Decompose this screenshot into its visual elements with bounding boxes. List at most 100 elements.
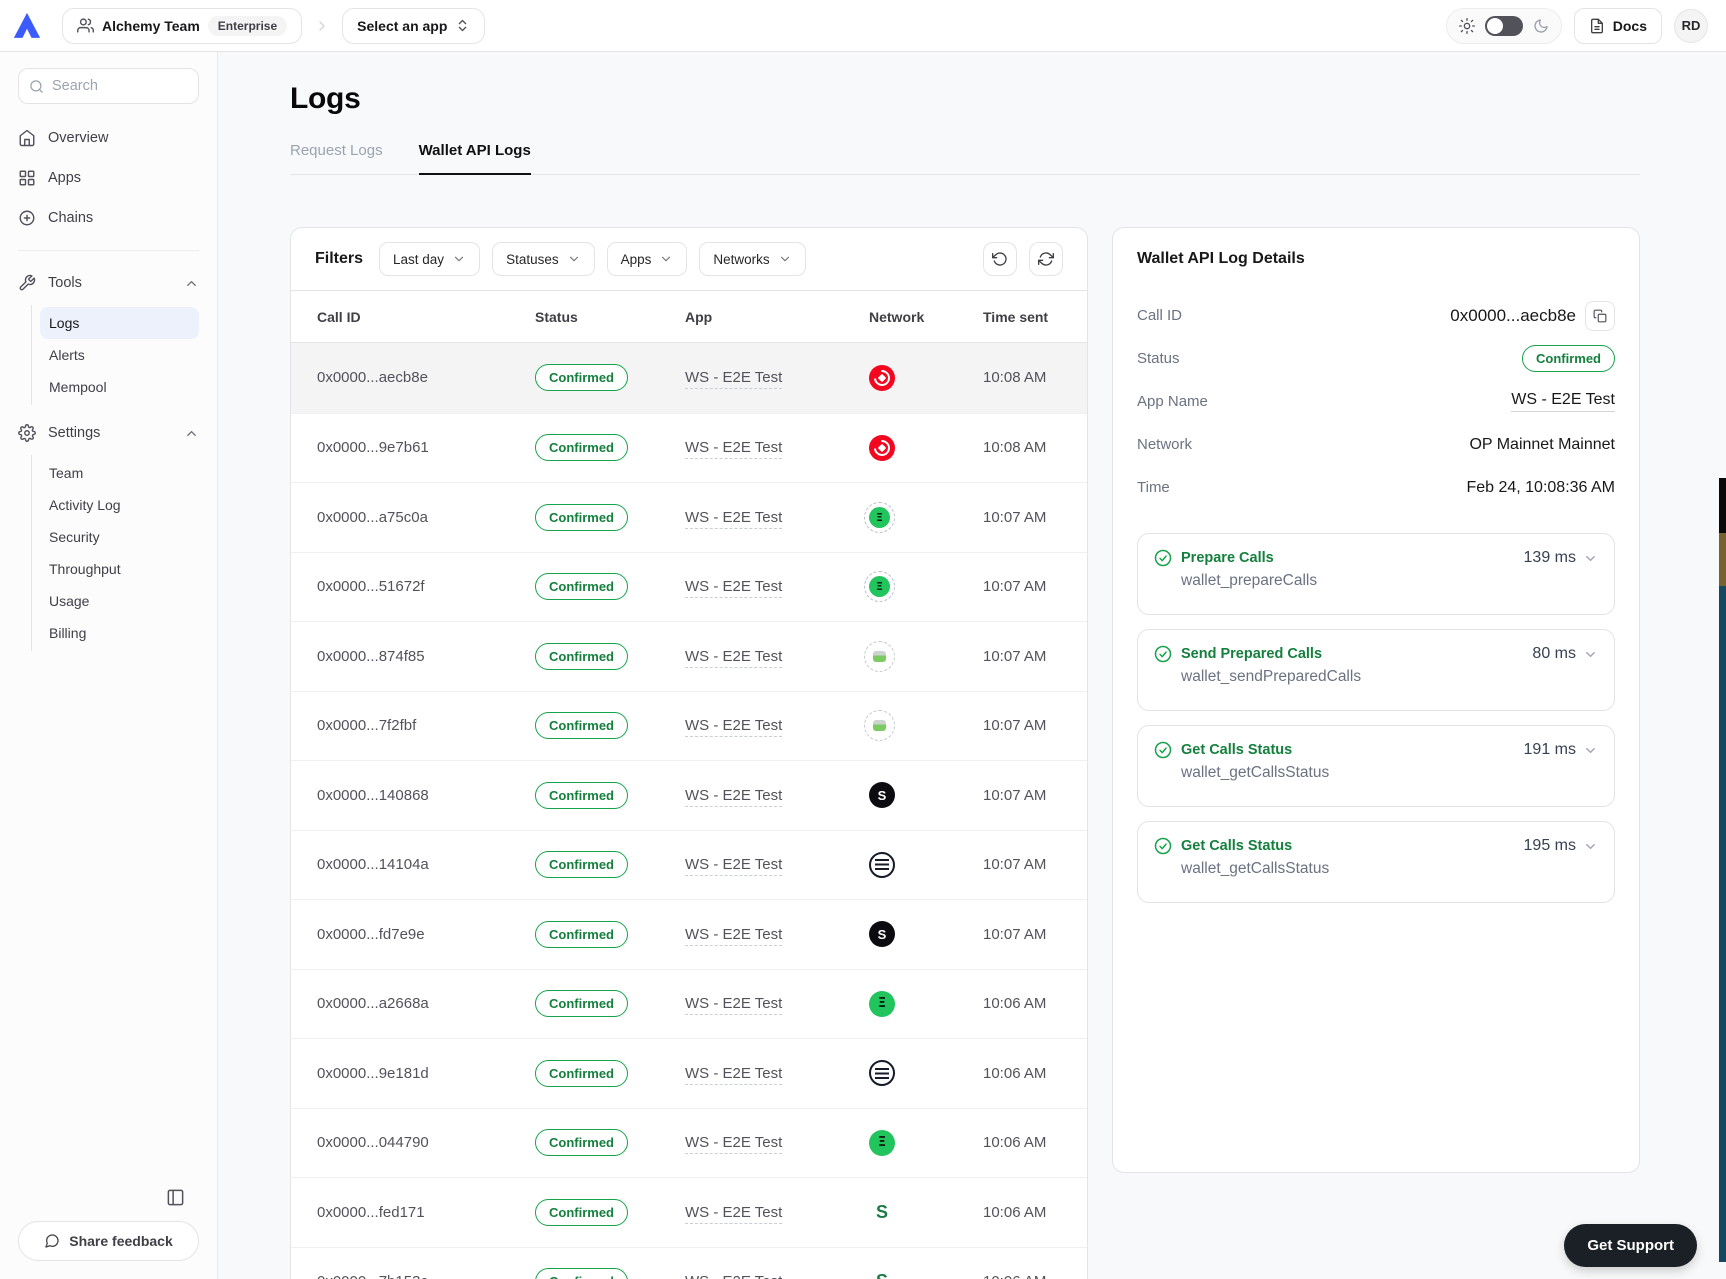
app-link[interactable]: WS - E2E Test [685,1203,783,1224]
table-row[interactable]: 0x0000...044790 Confirmed WS - E2E Test … [291,1107,1087,1178]
step-method: wallet_sendPreparedCalls [1181,668,1362,685]
share-feedback-button[interactable]: Share feedback [18,1221,199,1261]
table-row[interactable]: 0x0000...7b153c Confirmed WS - E2E Test … [291,1246,1087,1279]
filter-dropdown-apps[interactable]: Apps [606,242,688,276]
chevron-down-icon [662,256,671,262]
sidebar-item-usage[interactable]: Usage [40,585,199,617]
network-icon-ethgreen-test [864,501,895,533]
refresh-button[interactable] [1029,242,1063,276]
app-link[interactable]: WS - E2E Test [685,369,783,390]
col-call-id: Call ID [317,308,361,325]
status-badge: Confirmed [535,920,628,948]
sidebar-section-tools[interactable]: Tools [0,263,217,303]
app-link[interactable]: WS - E2E Test [685,1134,783,1155]
table-row[interactable]: 0x0000...9e7b61 Confirmed WS - E2E Test … [291,412,1087,483]
chevron-down-icon[interactable] [1583,551,1598,566]
sidebar-item-mempool[interactable]: Mempool [40,371,199,403]
call-step-card: Send Prepared Calls 80 ms wallet_sendPre… [1137,629,1615,711]
filter-dropdown-last-day[interactable]: Last day [379,242,481,276]
sidebar-item-security[interactable]: Security [40,521,199,553]
app-link[interactable]: WS - E2E Test [685,925,783,946]
table-row[interactable]: 0x0000...aecb8e Confirmed WS - E2E Test … [291,343,1087,413]
time-cell: 10:07 AM [983,647,1047,665]
table-row[interactable]: 0x0000...fed171 Confirmed WS - E2E Test … [291,1177,1087,1247]
call-id-cell: 0x0000...fed171 [317,1203,425,1221]
app-link[interactable]: WS - E2E Test [685,508,783,529]
chevron-down-icon[interactable] [1583,647,1598,662]
app-link[interactable]: WS - E2E Test [685,856,783,877]
chat-bubble-icon [45,1234,59,1248]
get-support-button[interactable]: Get Support [1564,1224,1697,1267]
sidebar-item-activity-log[interactable]: Activity Log [40,489,199,521]
network-icon-ethgreen [869,990,895,1017]
status-badge: Confirmed [535,434,628,462]
sidebar-item-alerts[interactable]: Alerts [40,339,199,371]
check-circle-icon [1154,549,1172,567]
tab-request-logs[interactable]: Request Logs [290,142,383,175]
call-id-cell: 0x0000...a2668a [317,995,429,1013]
sidebar-item-chains[interactable]: Chains [18,198,199,238]
table-row[interactable]: 0x0000...7f2fbf Confirmed WS - E2E Test … [291,690,1087,761]
settings-label: Settings [48,425,101,441]
time-cell: 10:07 AM [983,925,1047,943]
status-badge: Confirmed [535,1059,628,1087]
app-selector[interactable]: Select an app [342,7,486,44]
app-link[interactable]: WS - E2E Test [685,578,783,599]
collapse-sidebar-icon[interactable] [166,1188,185,1207]
search-box[interactable] [18,68,199,104]
sidebar-item-apps[interactable]: Apps [18,158,199,198]
theme-toggle-group [1445,7,1562,44]
table-row[interactable]: 0x0000...fd7e9e Confirmed WS - E2E Test … [291,899,1087,969]
tab-wallet-api-logs[interactable]: Wallet API Logs [418,142,531,175]
moon-icon[interactable] [1533,18,1549,34]
copy-call-id-button[interactable] [1585,300,1615,331]
filter-dropdown-networks[interactable]: Networks [699,242,806,276]
sidebar-item-throughput[interactable]: Throughput [40,553,199,585]
call-id-cell: 0x0000...044790 [317,1134,429,1152]
theme-switch[interactable] [1484,15,1523,36]
table-row[interactable]: 0x0000...51672f Confirmed WS - E2E Test … [291,551,1087,622]
sidebar-item-logs[interactable]: Logs [40,307,199,339]
sidebar-item-team[interactable]: Team [40,457,199,489]
step-name: Get Calls Status [1181,742,1293,758]
chevron-down-icon[interactable] [1583,839,1598,854]
sidebar-divider [18,250,199,251]
team-selector[interactable]: Alchemy Team Enterprise [62,7,303,44]
app-link[interactable]: WS - E2E Test [685,439,783,460]
avatar[interactable]: RD [1674,8,1708,43]
status-badge: Confirmed [535,1198,628,1226]
table-row[interactable]: 0x0000...a2668a Confirmed WS - E2E Test … [291,968,1087,1039]
col-time-sent: Time sent [983,308,1049,325]
sidebar-section-settings[interactable]: Settings [0,413,217,453]
call-id-cell: 0x0000...a75c0a [317,508,428,526]
sidebar-nav: Overview Apps Chains [0,118,217,238]
table-row[interactable]: 0x0000...140868 Confirmed WS - E2E Test … [291,760,1087,830]
sun-icon[interactable] [1458,17,1475,34]
app-name-link[interactable]: WS - E2E Test [1511,391,1615,412]
call-id-cell: 0x0000...7b153c [317,1273,535,1279]
sidebar-item-label: Apps [48,170,82,186]
table-row[interactable]: 0x0000...874f85 Confirmed WS - E2E Test … [291,621,1087,691]
app-link[interactable]: WS - E2E Test [685,786,783,807]
detail-row-network: Network OP Mainnet Mainnet [1137,423,1615,466]
search-input[interactable] [52,78,172,94]
app-link[interactable]: WS - E2E Test [685,995,783,1016]
alchemy-logo[interactable] [12,11,42,41]
sidebar-item-billing[interactable]: Billing [40,617,199,649]
app-link[interactable]: WS - E2E Test [685,1064,783,1085]
docs-button[interactable]: Docs [1573,7,1662,44]
docs-label: Docs [1612,17,1647,34]
app-link[interactable]: WS - E2E Test [685,1273,783,1279]
undo-icon [992,252,1007,266]
check-circle-icon [1154,645,1172,663]
reset-filters-button[interactable] [983,242,1017,276]
chevron-down-icon[interactable] [1583,743,1598,758]
call-id-cell: 0x0000...140868 [317,786,429,804]
table-row[interactable]: 0x0000...9e181d Confirmed WS - E2E Test … [291,1038,1087,1108]
app-link[interactable]: WS - E2E Test [685,647,783,668]
app-link[interactable]: WS - E2E Test [685,717,783,738]
sidebar-item-overview[interactable]: Overview [18,118,199,158]
table-row[interactable]: 0x0000...a75c0a Confirmed WS - E2E Test … [291,482,1087,552]
filter-dropdown-statuses[interactable]: Statuses [492,242,595,276]
table-row[interactable]: 0x0000...14104a Confirmed WS - E2E Test … [291,829,1087,900]
